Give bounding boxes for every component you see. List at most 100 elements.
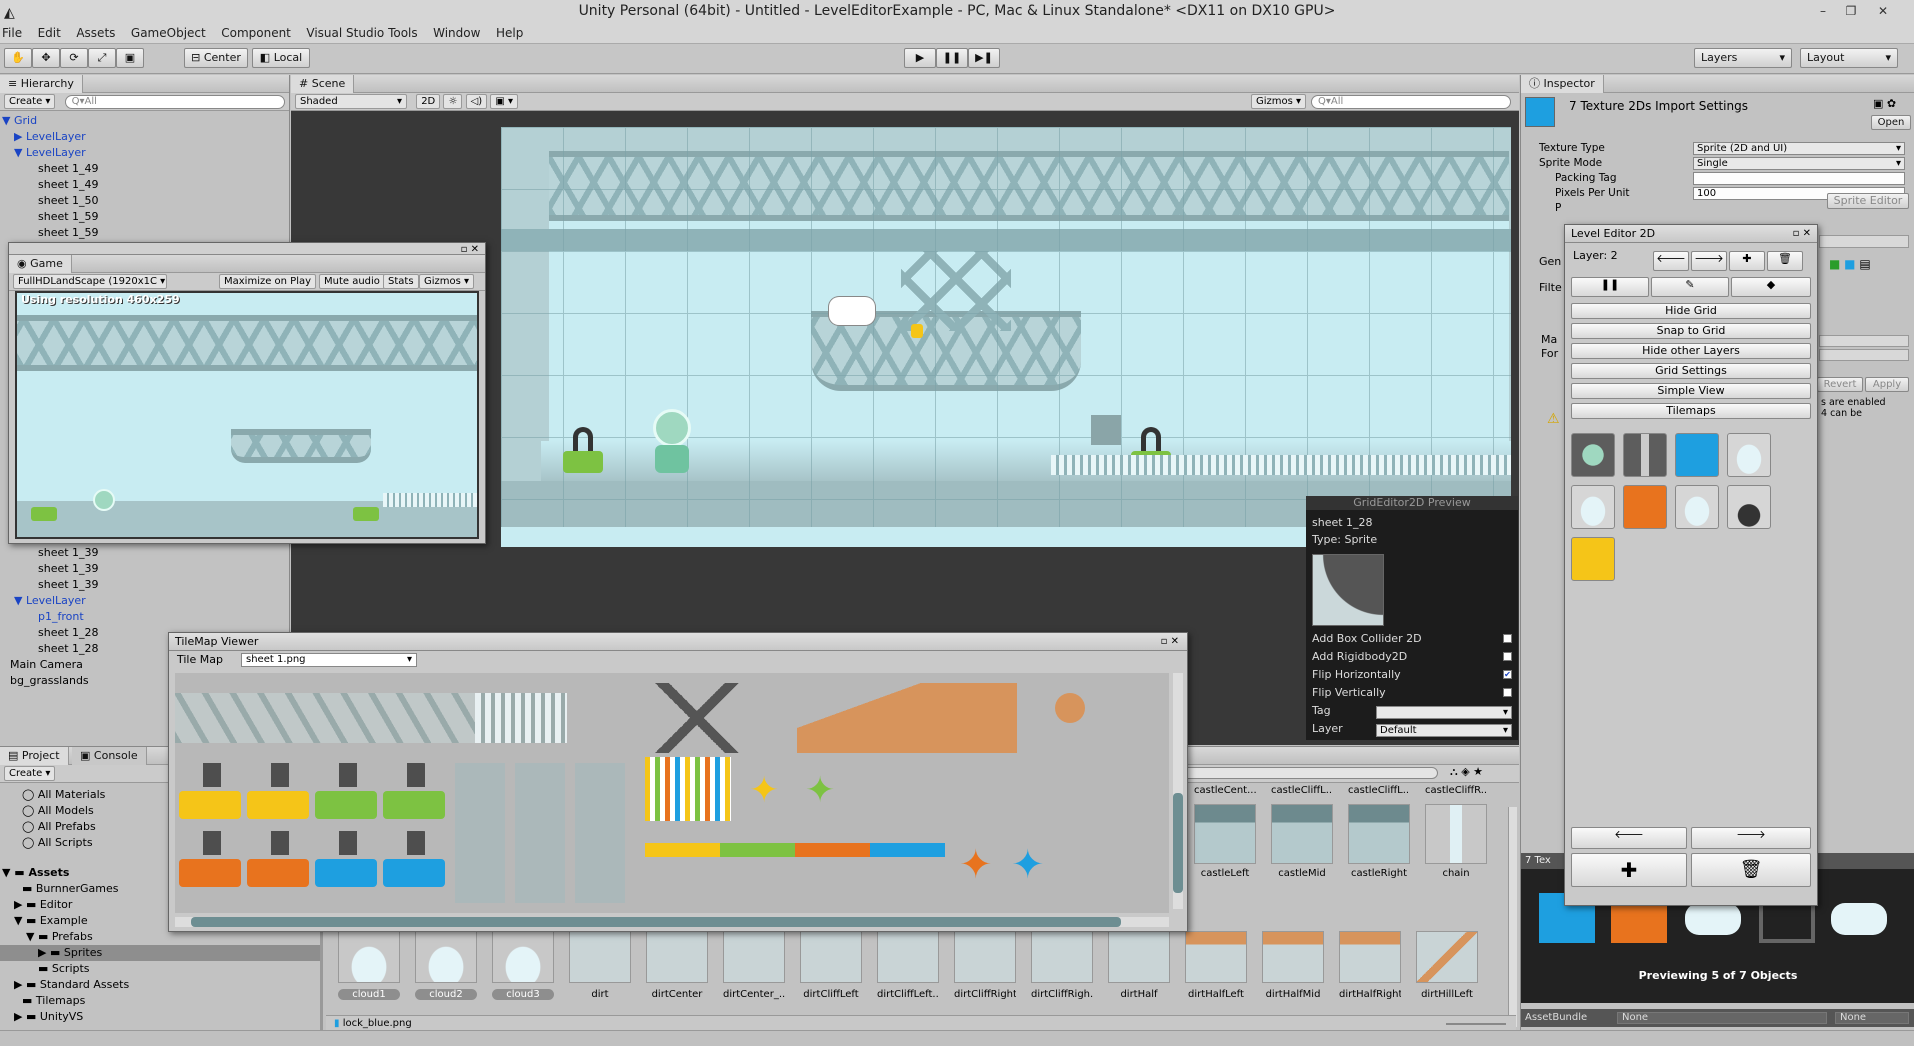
tab-scene[interactable]: # Scene xyxy=(291,75,355,93)
game-window-titlebar[interactable]: ▫ ✕ xyxy=(9,243,485,255)
layer-next-button[interactable]: 🡒 xyxy=(1691,251,1727,271)
hierarchy-item[interactable]: sheet 1_59 xyxy=(0,209,289,225)
eraser-tool-button[interactable]: ◆ xyxy=(1731,277,1811,297)
menu-file[interactable]: File xyxy=(2,22,22,44)
tilemap-sheet[interactable]: ✦ ✦ ✦ ✦ xyxy=(175,673,1169,913)
hand-tool-icon[interactable]: ✋ xyxy=(4,48,32,68)
tab-console[interactable]: ▣ Console xyxy=(72,747,147,765)
add-box-collider-checkbox[interactable] xyxy=(1503,634,1512,643)
project-create-button[interactable]: Create ▾ xyxy=(4,766,56,781)
sprite-editor-button[interactable]: Sprite Editor xyxy=(1827,193,1909,209)
hierarchy-item[interactable]: sheet 1_49 xyxy=(0,177,289,193)
hierarchy-item[interactable]: ▼ Grid xyxy=(0,113,289,129)
scene-search-input[interactable]: Q▾All xyxy=(1311,95,1511,109)
asset-thumb-dirt[interactable] xyxy=(569,931,631,983)
tilemaps-button[interactable]: Tilemaps xyxy=(1571,403,1811,419)
hierarchy-item[interactable]: p1_front xyxy=(0,609,290,625)
palette-prev-button[interactable]: 🡐 xyxy=(1571,827,1687,849)
play-button[interactable]: ▶ xyxy=(904,48,936,68)
move-tool-icon[interactable]: ✥ xyxy=(32,48,60,68)
palette-lock-blue[interactable] xyxy=(1675,433,1719,477)
tag-dropdown[interactable]: ▾ xyxy=(1376,706,1512,719)
asset-thumb-dirthalfright[interactable] xyxy=(1339,931,1401,983)
menu-window[interactable]: Window xyxy=(433,22,480,44)
palette-cloud[interactable] xyxy=(1675,485,1719,529)
pencil-tool-button[interactable]: ✎ xyxy=(1651,277,1729,297)
format-dropdown[interactable] xyxy=(1819,349,1909,361)
stats-toggle[interactable]: Stats xyxy=(383,274,419,289)
assetbundle-variant-dropdown[interactable]: None xyxy=(1835,1012,1909,1024)
menu-assets[interactable]: Assets xyxy=(76,22,115,44)
hierarchy-item[interactable]: sheet 1_50 xyxy=(0,193,289,209)
asset-thumb-dirtcenter[interactable] xyxy=(646,931,708,983)
palette-lock-orange[interactable] xyxy=(1623,485,1667,529)
menu-vstools[interactable]: Visual Studio Tools xyxy=(306,22,417,44)
hierarchy-item[interactable]: ▼ LevelLayer xyxy=(0,593,290,609)
asset-thumb-castleleft[interactable] xyxy=(1194,804,1256,864)
maximize-button[interactable]: ❐ xyxy=(1838,0,1864,22)
hierarchy-item[interactable]: sheet 1_49 xyxy=(0,161,289,177)
sprite-mode-dropdown[interactable]: Single ▾ xyxy=(1693,157,1905,170)
asset-thumb-dirthalf[interactable] xyxy=(1108,931,1170,983)
layout-dropdown[interactable]: Layout ▾ xyxy=(1800,48,1898,68)
pause-button[interactable]: ❚❚ xyxy=(936,48,968,68)
mode-2d-toggle[interactable]: 2D xyxy=(416,94,441,109)
folder-item[interactable]: ▬ Scripts xyxy=(0,961,320,977)
close-icon[interactable]: ▫ ✕ xyxy=(461,241,479,259)
asset-thumb-dirthalfmid[interactable] xyxy=(1262,931,1324,983)
palette-lock-yellow[interactable] xyxy=(1571,537,1615,581)
asset-thumb-chain[interactable] xyxy=(1425,804,1487,864)
tilemap-vscroll[interactable] xyxy=(1173,673,1183,909)
grid-settings-button[interactable]: Grid Settings xyxy=(1571,363,1811,379)
tilemap-hscroll[interactable] xyxy=(175,917,1169,927)
asset-thumb-dirtcliffleft[interactable] xyxy=(800,931,862,983)
palette-chain[interactable] xyxy=(1623,433,1667,477)
tab-inspector[interactable]: ⓘ Inspector xyxy=(1521,75,1604,93)
tilemap-viewer-titlebar[interactable]: TileMap Viewer ▫ ✕ xyxy=(169,633,1187,651)
tilemap-vscroll-thumb[interactable] xyxy=(1173,793,1183,893)
resolution-dropdown[interactable]: FullHDLandScape (1920x1C ▾ xyxy=(13,274,167,289)
folder-item[interactable]: ▬ Tilemaps xyxy=(0,993,320,1009)
game-viewport[interactable]: Using resolution 460x259 xyxy=(15,291,479,539)
add-rigidbody-checkbox[interactable] xyxy=(1503,652,1512,661)
asset-thumb-cloud3[interactable] xyxy=(492,931,554,983)
camera-gizmo-icon[interactable] xyxy=(829,297,875,325)
max-size-dropdown[interactable] xyxy=(1819,335,1909,347)
filter-dropdown[interactable] xyxy=(1819,235,1909,248)
scene-gizmos-dropdown[interactable]: Gizmos ▾ xyxy=(1251,94,1307,109)
palette-add-button[interactable]: ✚ xyxy=(1571,853,1687,887)
menu-gameobject[interactable]: GameObject xyxy=(131,22,206,44)
menu-help[interactable]: Help xyxy=(496,22,523,44)
snap-to-grid-button[interactable]: Snap to Grid xyxy=(1571,323,1811,339)
maximize-on-play-toggle[interactable]: Maximize on Play xyxy=(219,274,317,289)
asset-thumb-dirtcenter2[interactable] xyxy=(723,931,785,983)
palette-alien[interactable] xyxy=(1571,433,1615,477)
layers-dropdown[interactable]: Layers ▾ xyxy=(1694,48,1792,68)
menu-edit[interactable]: Edit xyxy=(38,22,61,44)
tab-hierarchy[interactable]: ≡ Hierarchy xyxy=(0,75,83,93)
palette-castle-door[interactable] xyxy=(1727,485,1771,529)
palette-delete-button[interactable]: 🗑 xyxy=(1691,853,1811,887)
tab-game[interactable]: ◉ Game xyxy=(9,255,72,273)
menu-component[interactable]: Component xyxy=(221,22,291,44)
flip-horizontally-checkbox[interactable]: ✔ xyxy=(1503,670,1512,679)
layer-delete-button[interactable]: 🗑 xyxy=(1767,251,1803,271)
hierarchy-item[interactable]: ▶ LevelLayer xyxy=(0,129,289,145)
apply-button[interactable]: Apply xyxy=(1865,377,1909,392)
hierarchy-search-input[interactable]: Q▾All xyxy=(64,95,285,109)
hierarchy-item[interactable]: sheet 1_39 xyxy=(0,577,290,593)
layer-dropdown[interactable]: Default ▾ xyxy=(1376,724,1512,737)
asset-thumb-cloud2[interactable] xyxy=(415,931,477,983)
folder-item-selected[interactable]: ▶ ▬ Sprites xyxy=(0,945,320,961)
texture-type-dropdown[interactable]: Sprite (2D and UI) ▾ xyxy=(1693,142,1905,155)
tilemap-hscroll-thumb[interactable] xyxy=(191,917,1121,927)
asset-thumb-dirthillleft[interactable] xyxy=(1416,931,1478,983)
palette-cloud[interactable] xyxy=(1727,433,1771,477)
hierarchy-item[interactable]: ▼ LevelLayer xyxy=(0,145,289,161)
asset-thumb-dirthalfleft[interactable] xyxy=(1185,931,1247,983)
folder-item[interactable]: ▶ ▬ Standard Assets xyxy=(0,977,320,993)
revert-button[interactable]: Revert xyxy=(1817,377,1863,392)
open-button[interactable]: Open xyxy=(1871,115,1911,130)
packing-tag-field[interactable] xyxy=(1693,172,1905,185)
hierarchy-item[interactable]: sheet 1_39 xyxy=(0,545,290,561)
